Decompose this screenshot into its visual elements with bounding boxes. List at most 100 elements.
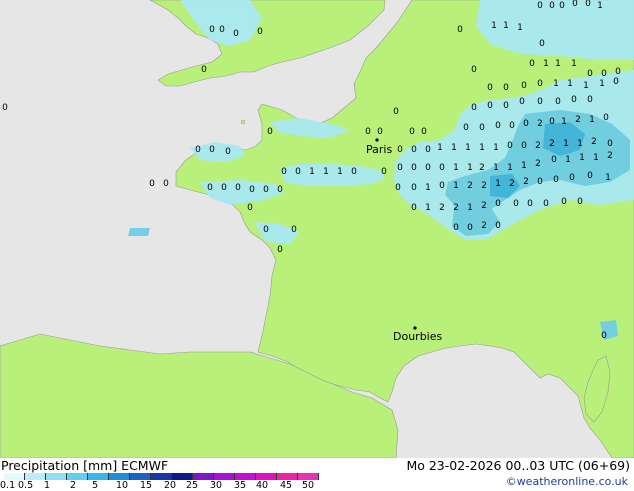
grid-value-label: 0 [411, 183, 417, 193]
grid-value-label: 1 [453, 163, 459, 173]
grid-value-label: 0 [397, 163, 403, 173]
grid-value-label: 1 [495, 179, 501, 189]
grid-value-label: 1 [309, 167, 315, 177]
grid-value-label: 0 [551, 155, 557, 165]
grid-value-label: 0 [277, 185, 283, 195]
grid-value-label: 0 [471, 103, 477, 113]
footer: Precipitation [mm] ECMWF Mo 23-02-2026 0… [0, 458, 634, 491]
grid-value-label: 1 [451, 143, 457, 153]
grid-value-label: 0 [409, 127, 415, 137]
colorbar-swatch [277, 473, 298, 480]
grid-value-label: 0 [267, 127, 273, 137]
grid-value-label: 0 [439, 163, 445, 173]
grid-value-label: 0 [209, 145, 215, 155]
colorbar-swatch [172, 473, 193, 480]
grid-value-label: 0 [537, 177, 543, 187]
grid-value-label: 0 [543, 199, 549, 209]
grid-value-label: 0 [503, 83, 509, 93]
colorbar-swatch [25, 473, 46, 480]
grid-value-label: 1 [491, 21, 497, 31]
grid-value-label: 1 [337, 167, 343, 177]
grid-value-label: 0 [263, 185, 269, 195]
grid-value-label: 2 [467, 181, 473, 191]
grid-value-label: 1 [521, 161, 527, 171]
colorbar-swatch [193, 473, 214, 480]
grid-value-label: 0 [569, 173, 575, 183]
grid-value-label: 0 [479, 123, 485, 133]
legend-title: Precipitation [mm] ECMWF [1, 458, 169, 473]
grid-value-label: 0 [519, 97, 525, 107]
colorbar-swatch [151, 473, 172, 480]
grid-value-label: 1 [605, 173, 611, 183]
grid-value-label: 0 [549, 1, 555, 11]
grid-value-label: 2 [549, 139, 555, 149]
grid-value-label: 1 [565, 155, 571, 165]
grid-value-label: 0 [411, 203, 417, 213]
grid-value-label: 0 [225, 147, 231, 157]
grid-value-label: 2 [481, 221, 487, 231]
grid-value-label: 1 [323, 167, 329, 177]
grid-value-label: 0 [503, 101, 509, 111]
grid-value-label: 0 [587, 95, 593, 105]
grid-value-label: 1 [493, 143, 499, 153]
grid-value-label: 0 [495, 221, 501, 231]
grid-value-label: 0 [607, 139, 613, 149]
grid-value-label: 1 [543, 59, 549, 69]
grid-value-label: 0 [587, 171, 593, 181]
grid-value-label: 0 [291, 225, 297, 235]
grid-value-label: 0 [495, 199, 501, 209]
grid-value-label: 0 [529, 59, 535, 69]
grid-value-label: 1 [589, 115, 595, 125]
grid-value-label: 1 [597, 1, 603, 11]
grid-value-label: 1 [467, 163, 473, 173]
grid-value-label: 0 [487, 101, 493, 111]
grid-value-label: 0 [149, 179, 155, 189]
grid-value-label: 0 [425, 145, 431, 155]
grid-value-label: 0 [471, 65, 477, 75]
grid-value-label: 1 [507, 163, 513, 173]
city-label-dourbies: Dourbies [393, 330, 443, 343]
colorbar-tick-label: 30 [210, 480, 223, 491]
colorbar-ticks: 0.1 0.5 1 2 5 10 15 20 25 30 35 40 45 50 [0, 480, 330, 491]
grid-value-label: 0 [381, 167, 387, 177]
grid-value-label: 0 [263, 225, 269, 235]
grid-value-label: 0 [207, 183, 213, 193]
grid-value-label: 1 [425, 203, 431, 213]
grid-value-label: 0 [467, 223, 473, 233]
grid-value-label: 2 [535, 159, 541, 169]
grid-value-label: 0 [411, 163, 417, 173]
grid-value-label: 0 [463, 123, 469, 133]
grid-value-label: 1 [593, 153, 599, 163]
grid-value-label: 0 [411, 145, 417, 155]
grid-value-label: 0 [195, 145, 201, 155]
grid-value-label: 0 [521, 81, 527, 91]
precip-colorbar [4, 473, 319, 480]
colorbar-tick-label: 40 [256, 480, 269, 491]
grid-value-label: 1 [577, 139, 583, 149]
city-label-paris: Paris [366, 143, 392, 156]
grid-value-label: 0 [539, 39, 545, 49]
grid-value-label: 2 [481, 201, 487, 211]
colorbar-swatch [67, 473, 88, 480]
grid-value-label: 2 [453, 203, 459, 213]
colorbar-swatch [46, 473, 67, 480]
grid-value-label: 0 [281, 167, 287, 177]
grid-value-label: 0 [219, 25, 225, 35]
grid-value-label: 1 [553, 79, 559, 89]
grid-value-label: 0 [603, 113, 609, 123]
grid-value-label: 0 [555, 97, 561, 107]
colorbar-swatch [298, 473, 319, 480]
grid-value-label: 0 [421, 127, 427, 137]
grid-value-label: 1 [467, 203, 473, 213]
grid-value-label: 2 [607, 151, 613, 161]
grid-value-label: 1 [503, 21, 509, 31]
credit-link[interactable]: ©weatheronline.co.uk [506, 475, 628, 488]
grid-value-label: 0 [235, 183, 241, 193]
grid-value-label: 0 [601, 69, 607, 79]
forecast-datetime: Mo 23-02-2026 00..03 UTC (06+69) [406, 458, 630, 473]
grid-value-label: 2 [479, 163, 485, 173]
grid-value-label: 0 [561, 197, 567, 207]
grid-value-label: 1 [561, 117, 567, 127]
grid-value-label: 0 [507, 141, 513, 151]
grid-value-label: 0 [247, 203, 253, 213]
